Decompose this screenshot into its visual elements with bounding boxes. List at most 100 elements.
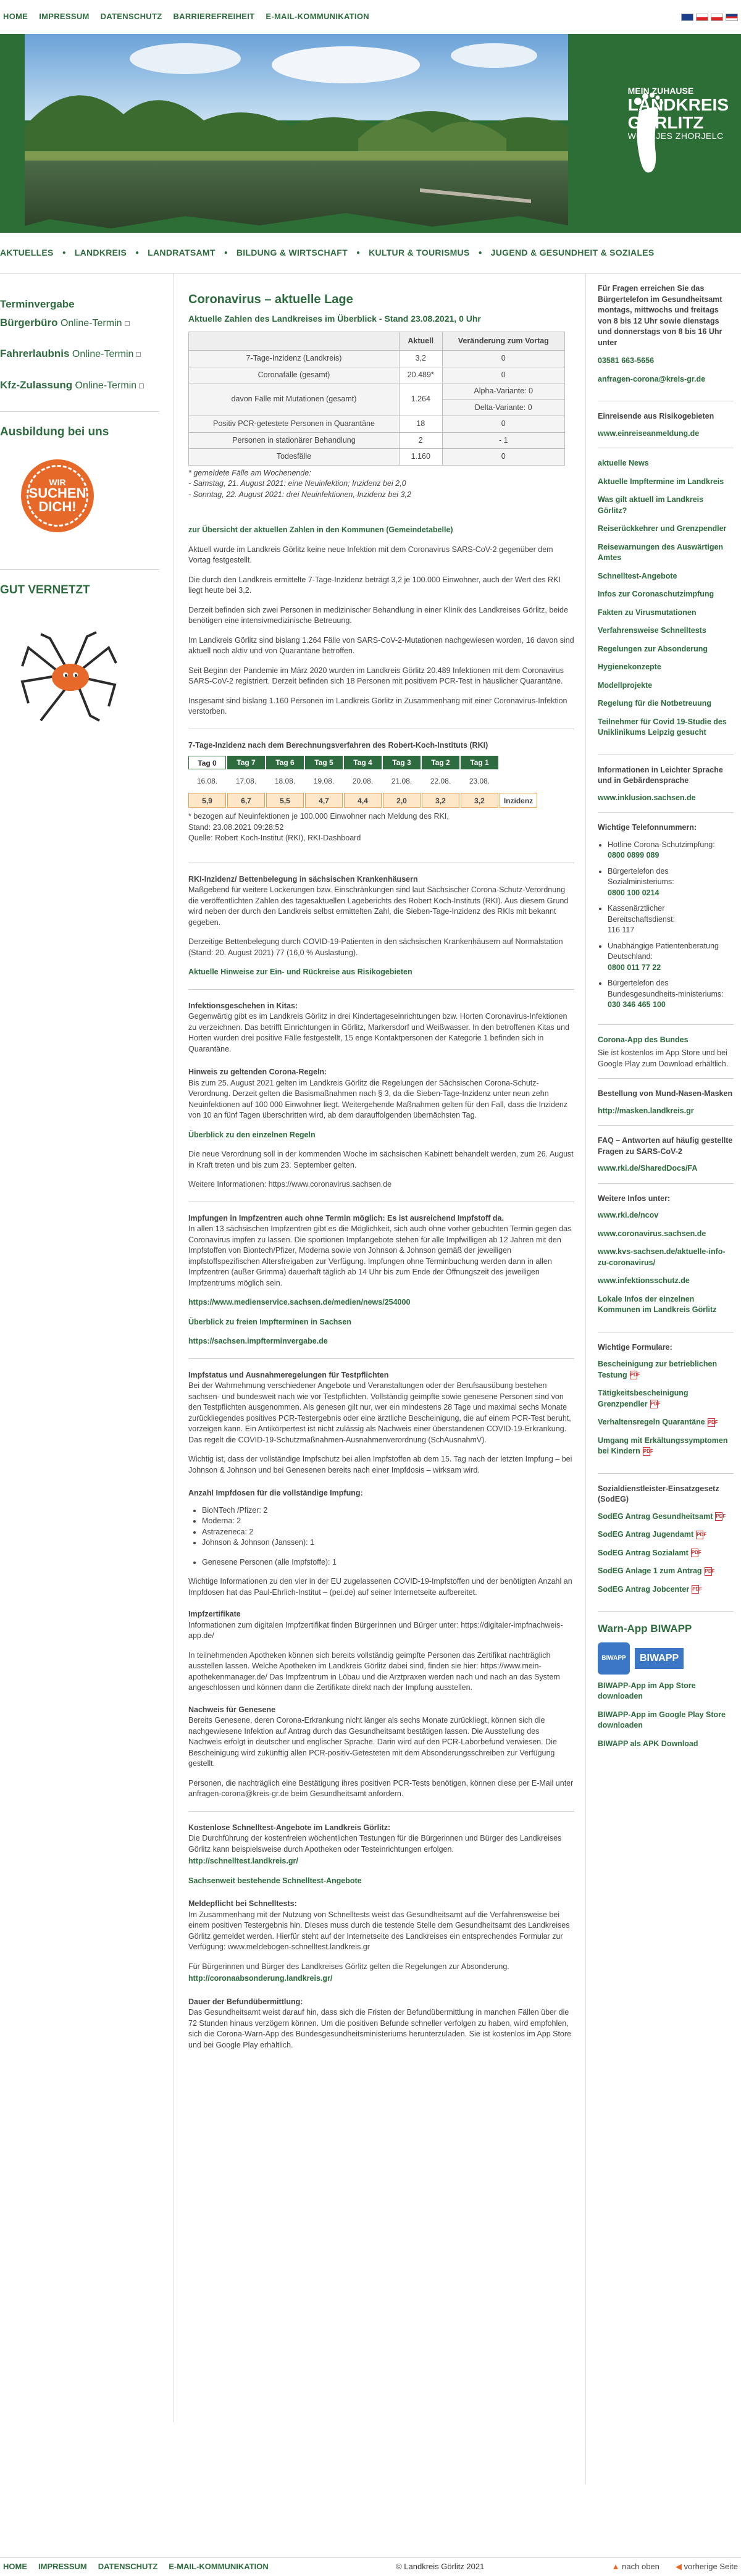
service-kfz-zulassung[interactable]: Kfz-Zulassung Online-Termin	[0, 378, 159, 393]
news-title[interactable]: aktuelle News	[598, 458, 734, 469]
scroll-top-button[interactable]: ▲ nach oben	[612, 2561, 659, 2572]
news-item[interactable]: Fakten zu Virusmutationen	[598, 608, 734, 619]
service-terminvergabe: Terminvergabe	[0, 297, 159, 312]
telefon-number[interactable]: 0800 100 0214	[608, 888, 734, 899]
einreise-link[interactable]: www.einreiseanmeldung.de	[598, 429, 734, 440]
masken-link[interactable]: http://masken.landkreis.gr	[598, 1106, 734, 1117]
previous-page-button[interactable]: ◀ vorherige Seite	[676, 2561, 738, 2572]
hotline-phone[interactable]: 03581 663-5656	[598, 356, 734, 367]
top-link-home[interactable]: HOME	[3, 11, 28, 22]
pdf-icon: PDF	[629, 1371, 640, 1380]
sodeg-link[interactable]: SodEG Antrag Sozialamt PDF	[598, 1548, 734, 1559]
left-sidebar: Terminvergabe Bürgerbüro Online-Termin F…	[0, 274, 159, 725]
biwapp-playstore-link[interactable]: BIWAPP-App im Google Play Store download…	[598, 1710, 734, 1731]
telefon-number[interactable]: 030 346 465 100	[608, 1000, 734, 1011]
inklusion-link[interactable]: www.inklusion.sachsen.de	[598, 793, 734, 804]
formular-label: Verhaltensregeln Quarantäne	[598, 1418, 705, 1426]
flag-poland-icon[interactable]	[696, 13, 708, 21]
risikogebiete-link[interactable]: Aktuelle Hinweise zur Ein- und Rückreise…	[188, 968, 412, 976]
footer-link-home[interactable]: HOME	[3, 2561, 27, 2572]
language-flags	[681, 13, 738, 21]
footer-link-datenschutz[interactable]: DATENSCHUTZ	[98, 2561, 158, 2572]
nav-aktuelles[interactable]: AKTUELLES	[0, 247, 54, 259]
telefon-number[interactable]: 116 117	[608, 925, 734, 936]
top-link-email[interactable]: E-MAIL-KOMMUNIKATION	[266, 11, 369, 22]
rki-date: 23.08.	[469, 777, 490, 786]
rki-title: 7-Tage-Inzidenz nach dem Berechnungsverf…	[188, 740, 488, 750]
top-link-datenschutz[interactable]: DATENSCHUTZ	[101, 11, 162, 22]
weitere-link[interactable]: www.kvs-sachsen.de/aktuelle-info-zu-coro…	[598, 1247, 734, 1268]
flag-uk-icon[interactable]	[681, 13, 693, 21]
impfterminvergabe-link[interactable]: https://sachsen.impfterminvergabe.de	[188, 1337, 328, 1345]
impftermine-link[interactable]: Überblick zu freien Impfterminen in Sach…	[188, 1318, 351, 1326]
weitere-link[interactable]: Lokale Infos der einzelnen Kommunen im L…	[598, 1294, 734, 1316]
flag-sorbian-icon[interactable]	[726, 13, 738, 21]
news-item[interactable]: Aktuelle Impftermine im Landkreis	[598, 477, 734, 488]
faq-link[interactable]: www.rki.de/SharedDocs/FA	[598, 1163, 734, 1174]
news-item[interactable]: Regelung für die Notbetreuung	[598, 698, 734, 709]
sodeg-link[interactable]: SodEG Anlage 1 zum Antrag PDF	[598, 1566, 734, 1577]
sodeg-link[interactable]: SodEG Antrag Gesundheitsamt PDF	[598, 1512, 734, 1523]
news-item[interactable]: Reisewarnungen des Auswärtigen Amtes	[598, 542, 734, 564]
service-buergerbuero[interactable]: Bürgerbüro Online-Termin	[0, 316, 159, 330]
schnelltest-link[interactable]: http://schnelltest.landkreis.gr/	[188, 1857, 298, 1865]
footer-link-email[interactable]: E-MAIL-KOMMUNIKATION	[169, 2561, 269, 2572]
news-item[interactable]: Verfahrensweise Schnelltests	[598, 625, 734, 637]
news-item[interactable]: Infos zur Coronaschutzimpfung	[598, 589, 734, 600]
service-links: Terminvergabe Bürgerbüro Online-Termin F…	[0, 297, 159, 393]
wir-suchen-dich-badge[interactable]: WIR SUCHEN DICH!	[21, 459, 94, 532]
faq-block: FAQ – Antworten auf häufig gestellte Fra…	[598, 1126, 734, 1184]
formulare-block: Wichtige Formulare: Bescheinigung zur be…	[598, 1332, 734, 1474]
telefon-number[interactable]: 0800 011 77 22	[608, 963, 734, 974]
top-links: HOME IMPRESSUM DATENSCHUTZ BARRIEREFREIH…	[3, 11, 369, 22]
divider	[0, 569, 159, 570]
nav-kultur-tourismus[interactable]: KULTUR & TOURISMUS	[369, 247, 470, 259]
telefon-item: Hotline Corona-Schutzimpfung:0800 0899 0…	[608, 840, 734, 861]
biwapp-appstore-link[interactable]: BIWAPP-App im App Store downloaden	[598, 1681, 734, 1702]
news-item[interactable]: Hygienekonzepte	[598, 662, 734, 673]
sodeg-link[interactable]: SodEG Antrag Jobcenter PDF	[598, 1584, 734, 1595]
network-spider-icon[interactable]	[16, 629, 121, 722]
main-content: Coronavirus – aktuelle Lage Aktuelle Zah…	[188, 274, 574, 2059]
formular-link[interactable]: Tätigkeitsbescheinigung Grenzpendler PDF	[598, 1388, 734, 1410]
paragraph: Weitere Informationen: https://www.coron…	[188, 1180, 392, 1189]
news-item[interactable]: Teilnehmer für Covid 19-Studie des Unikl…	[598, 717, 734, 738]
news-item[interactable]: Schnelltest-Angebote	[598, 571, 734, 582]
medienservice-link[interactable]: https://www.medienservice.sachsen.de/med…	[188, 1298, 410, 1307]
sodeg-link[interactable]: SodEG Antrag Jugendamt PDF	[598, 1529, 734, 1541]
pdf-icon: PDF	[707, 1418, 718, 1427]
top-link-barrierefreiheit[interactable]: BARRIEREFREIHEIT	[173, 11, 254, 22]
news-item[interactable]: Reiserückkehrer und Grenzpendler	[598, 524, 734, 535]
sachsen-schnelltest-link[interactable]: Sachsenweit bestehende Schnelltest-Angeb…	[188, 1876, 362, 1885]
cwa-title[interactable]: Corona-App des Bundes	[598, 1035, 734, 1046]
news-item[interactable]: Regelungen zur Absonderung	[598, 644, 734, 655]
service-fahrerlaubnis[interactable]: Fahrerlaubnis Online-Termin	[0, 346, 159, 361]
absonderung-link[interactable]: http://coronaabsonderung.landkreis.gr/	[188, 1974, 332, 1983]
nav-jugend-gesundheit-soziales[interactable]: JUGEND & GESUNDHEIT & SOZIALES	[491, 247, 655, 259]
divider	[188, 1810, 574, 1812]
telefon-number[interactable]: 0800 0899 089	[608, 850, 734, 861]
news-item[interactable]: Was gilt aktuell im Landkreis Görlitz?	[598, 495, 734, 516]
landkreis-logo[interactable]: MEIN ZUHAUSE LANDKREIS GÖRLITZ WOKRJES Z…	[628, 86, 729, 173]
weitere-link[interactable]: www.infektionsschutz.de	[598, 1276, 734, 1287]
formular-link[interactable]: Verhaltensregeln Quarantäne PDF	[598, 1417, 734, 1428]
nav-landratsamt[interactable]: LANDRATSAMT	[148, 247, 216, 259]
formular-link[interactable]: Bescheinigung zur betrieblichen Testung P…	[598, 1359, 734, 1381]
nav-bildung-wirtschaft[interactable]: BILDUNG & WIRTSCHAFT	[237, 247, 348, 259]
regeln-link[interactable]: Überblick zu den einzelnen Regeln	[188, 1131, 316, 1139]
biwapp-apk-link[interactable]: BIWAPP als APK Download	[598, 1739, 734, 1750]
rki-value: 6,7	[227, 793, 265, 808]
weitere-link[interactable]: www.rki.de/ncov	[598, 1210, 734, 1221]
news-item[interactable]: Modellprojekte	[598, 680, 734, 692]
table-header: Aktuell	[398, 331, 443, 351]
gemeindetabelle-link[interactable]: zur Übersicht der aktuellen Zahlen in de…	[188, 525, 453, 534]
top-link-impressum[interactable]: IMPRESSUM	[39, 11, 89, 22]
hotline-email[interactable]: anfragen-corona@kreis-gr.de	[598, 374, 734, 385]
formular-link[interactable]: Umgang mit Erkältungssymptomen bei Kinde…	[598, 1436, 734, 1457]
footer-link-impressum[interactable]: IMPRESSUM	[38, 2561, 87, 2572]
weitere-link[interactable]: www.coronavirus.sachsen.de	[598, 1229, 734, 1240]
biwapp-logo[interactable]: BIWAPP BIWAPP	[598, 1642, 734, 1675]
paragraph: Derzeit befinden sich zwei Personen in m…	[188, 605, 568, 625]
nav-landkreis[interactable]: LANDKREIS	[75, 247, 127, 259]
flag-czech-icon[interactable]	[711, 13, 723, 21]
